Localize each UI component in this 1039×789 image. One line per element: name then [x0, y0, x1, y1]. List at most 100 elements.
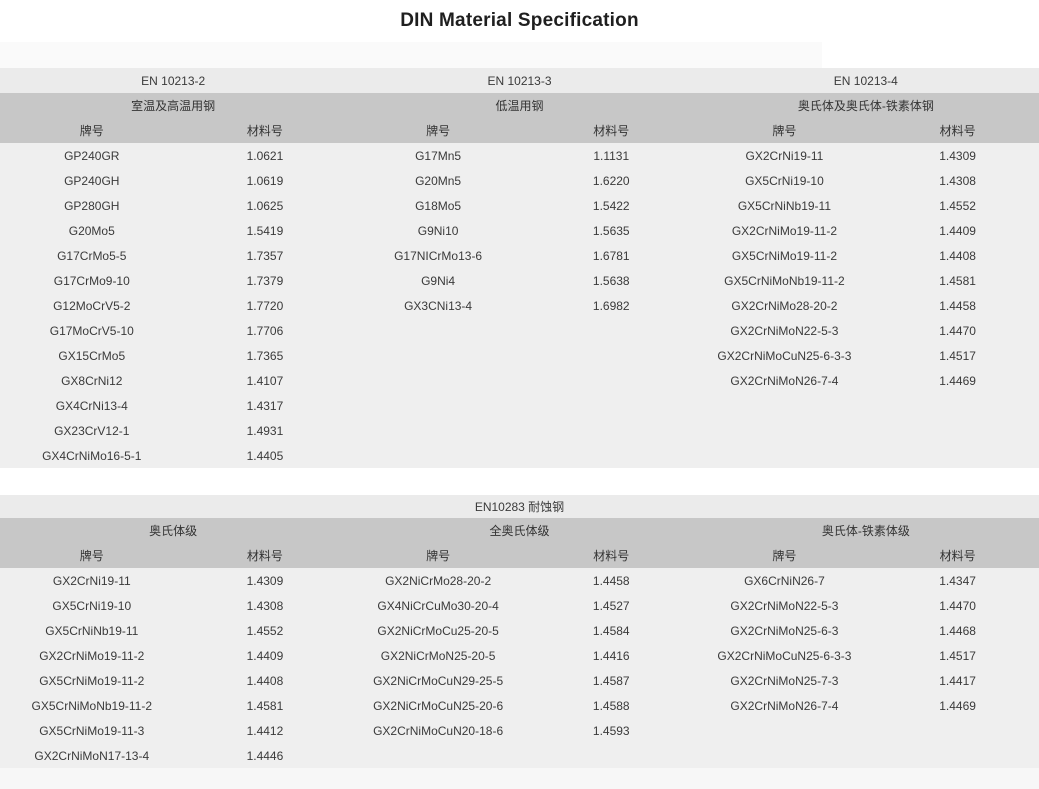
- material-column-header: 材料号: [184, 547, 347, 564]
- grade-column-header: 牌号: [0, 122, 184, 139]
- table-row: G20Mn51.6220: [346, 168, 692, 193]
- grade-cell: GX15CrMo5: [0, 349, 184, 363]
- material-cell: 1.4309: [876, 149, 1039, 163]
- grade-cell: G18Mo5: [346, 199, 530, 213]
- grade-cell: GX2CrNiMoCuN25-6-3-3: [693, 349, 877, 363]
- table-row: G18Mo51.5422: [346, 193, 692, 218]
- grade-cell: GX5CrNi19-10: [693, 174, 877, 188]
- table1-header-band: 室温及高温用钢 低温用钢 奥氏体及奥氏体-铁素体钢 牌号 材料号 牌号 材料号 …: [0, 93, 1039, 143]
- grade-cell: GX5CrNiNb19-11: [0, 624, 184, 638]
- table2-data-block: GX2CrNi19-111.4309GX5CrNi19-101.4308GX5C…: [0, 568, 1039, 768]
- table-row: GX2CrNi19-111.4309: [693, 143, 1039, 168]
- table-row: GX5CrNiMoNb19-11-21.4581: [693, 268, 1039, 293]
- material-column-header: 材料号: [530, 122, 693, 139]
- category-label: 全奥氏体级: [346, 522, 692, 539]
- grade-cell: GX8CrNi12: [0, 374, 184, 388]
- grade-cell: GX2CrNiMoCuN20-18-6: [346, 724, 530, 738]
- table-row: GX2CrNiMo19-11-21.4409: [0, 643, 346, 668]
- material-cell: 1.4412: [184, 724, 347, 738]
- table-row: GP240GR1.0621: [0, 143, 346, 168]
- grade-cell: GX4CrNiMo16-5-1: [0, 449, 184, 463]
- grade-cell: GX2CrNiMoN17-13-4: [0, 749, 184, 763]
- column-header-pair: 牌号 材料号: [346, 547, 692, 564]
- grade-cell: GX2CrNi19-11: [693, 149, 877, 163]
- table1-column-headers-row: 牌号 材料号 牌号 材料号 牌号 材料号: [0, 118, 1039, 143]
- table-row: GX23CrV12-11.4931: [0, 418, 346, 443]
- table-row: GX2CrNiMoN17-13-41.4446: [0, 743, 346, 768]
- grade-column-header: 牌号: [693, 547, 877, 564]
- material-cell: 1.4470: [876, 324, 1039, 338]
- grade-cell: G17Mn5: [346, 149, 530, 163]
- table-row: GX2CrNiMoCuN20-18-61.4593: [346, 718, 692, 743]
- table-row: GX5CrNiMoNb19-11-21.4581: [0, 693, 346, 718]
- grade-cell: GX5CrNiMoNb19-11-2: [693, 274, 877, 288]
- material-cell: 1.4446: [184, 749, 347, 763]
- material-cell: 1.4931: [184, 424, 347, 438]
- material-cell: 1.4417: [876, 674, 1039, 688]
- grade-cell: GX23CrV12-1: [0, 424, 184, 438]
- table1-standards-row: EN 10213-2 EN 10213-3 EN 10213-4: [0, 68, 1039, 93]
- table-row: GX3CNi13-41.6982: [346, 293, 692, 318]
- grade-cell: GX2CrNiMo19-11-2: [693, 224, 877, 238]
- table-row: GX5CrNiMo19-11-21.4408: [693, 243, 1039, 268]
- material-cell: 1.1131: [530, 149, 693, 163]
- table1-section1-rows: GP240GR1.0621GP240GH1.0619GP280GH1.0625G…: [0, 143, 346, 468]
- material-column-header: 材料号: [876, 122, 1039, 139]
- material-cell: 1.5638: [530, 274, 693, 288]
- table-row: GX2CrNiMoN25-7-31.4417: [693, 668, 1039, 693]
- material-cell: 1.4408: [876, 249, 1039, 263]
- material-cell: 1.4581: [184, 699, 347, 713]
- column-header-pair: 牌号 材料号: [346, 122, 692, 139]
- material-cell: 1.4409: [876, 224, 1039, 238]
- material-cell: 1.7706: [184, 324, 347, 338]
- grade-cell: G12MoCrV5-2: [0, 299, 184, 313]
- grade-cell: GX2CrNiMoN22-5-3: [693, 599, 877, 613]
- grade-cell: GX2NiCrMo28-20-2: [346, 574, 530, 588]
- table1-data-block: GP240GR1.0621GP240GH1.0619GP280GH1.0625G…: [0, 143, 1039, 468]
- material-cell: 1.4593: [530, 724, 693, 738]
- grade-cell: G9Ni10: [346, 224, 530, 238]
- grade-cell: GX2CrNiMoN26-7-4: [693, 374, 877, 388]
- material-cell: 1.4409: [184, 649, 347, 663]
- material-cell: 1.5635: [530, 224, 693, 238]
- table-row: GX15CrMo51.7365: [0, 343, 346, 368]
- material-cell: 1.4308: [184, 599, 347, 613]
- page-title: DIN Material Specification: [0, 0, 1039, 42]
- standard-label: EN 10213-3: [346, 74, 692, 88]
- table-row: GP280GH1.0625: [0, 193, 346, 218]
- material-column-header: 材料号: [876, 547, 1039, 564]
- grade-column-header: 牌号: [346, 122, 530, 139]
- table-row: GX5CrNiMo19-11-21.4408: [0, 668, 346, 693]
- grade-cell: GX5CrNiMo19-11-2: [0, 674, 184, 688]
- table-row: GX6CrNiN26-71.4347: [693, 568, 1039, 593]
- material-cell: 1.4458: [876, 299, 1039, 313]
- table-row: GX4NiCrCuMo30-20-41.4527: [346, 593, 692, 618]
- grade-cell: GX2CrNiMoN25-6-3: [693, 624, 877, 638]
- material-cell: 1.4317: [184, 399, 347, 413]
- category-label: 室温及高温用钢: [0, 97, 346, 114]
- table-row: GX2NiCrMoCuN29-25-51.4587: [346, 668, 692, 693]
- table-row: GX4CrNi13-41.4317: [0, 393, 346, 418]
- material-cell: 1.4416: [530, 649, 693, 663]
- grade-cell: GX2CrNiMo19-11-2: [0, 649, 184, 663]
- material-cell: 1.4469: [876, 699, 1039, 713]
- material-cell: 1.4517: [876, 349, 1039, 363]
- grade-cell: G20Mn5: [346, 174, 530, 188]
- material-cell: 1.4309: [184, 574, 347, 588]
- tables-gap: [0, 468, 1039, 495]
- table-row: G17CrMo5-51.7357: [0, 243, 346, 268]
- table2-categories-row: 奥氏体级 全奥氏体级 奥氏体-铁素体级: [0, 518, 1039, 543]
- category-label: 奥氏体及奥氏体-铁素体钢: [693, 97, 1039, 114]
- grade-cell: GX5CrNiMo19-11-3: [0, 724, 184, 738]
- grade-column-header: 牌号: [0, 547, 184, 564]
- standard-label: EN 10213-2: [0, 74, 346, 88]
- page: DIN Material Specification EN 10213-2 EN…: [0, 0, 1039, 789]
- grade-cell: GX2CrNiMoN26-7-4: [693, 699, 877, 713]
- material-cell: 1.4308: [876, 174, 1039, 188]
- table-row: GX2CrNiMoN25-6-31.4468: [693, 618, 1039, 643]
- grade-cell: GX2CrNi19-11: [0, 574, 184, 588]
- table-row: GX2NiCrMoCuN25-20-61.4588: [346, 693, 692, 718]
- grade-cell: GP280GH: [0, 199, 184, 213]
- table1-categories-row: 室温及高温用钢 低温用钢 奥氏体及奥氏体-铁素体钢: [0, 93, 1039, 118]
- material-cell: 1.6220: [530, 174, 693, 188]
